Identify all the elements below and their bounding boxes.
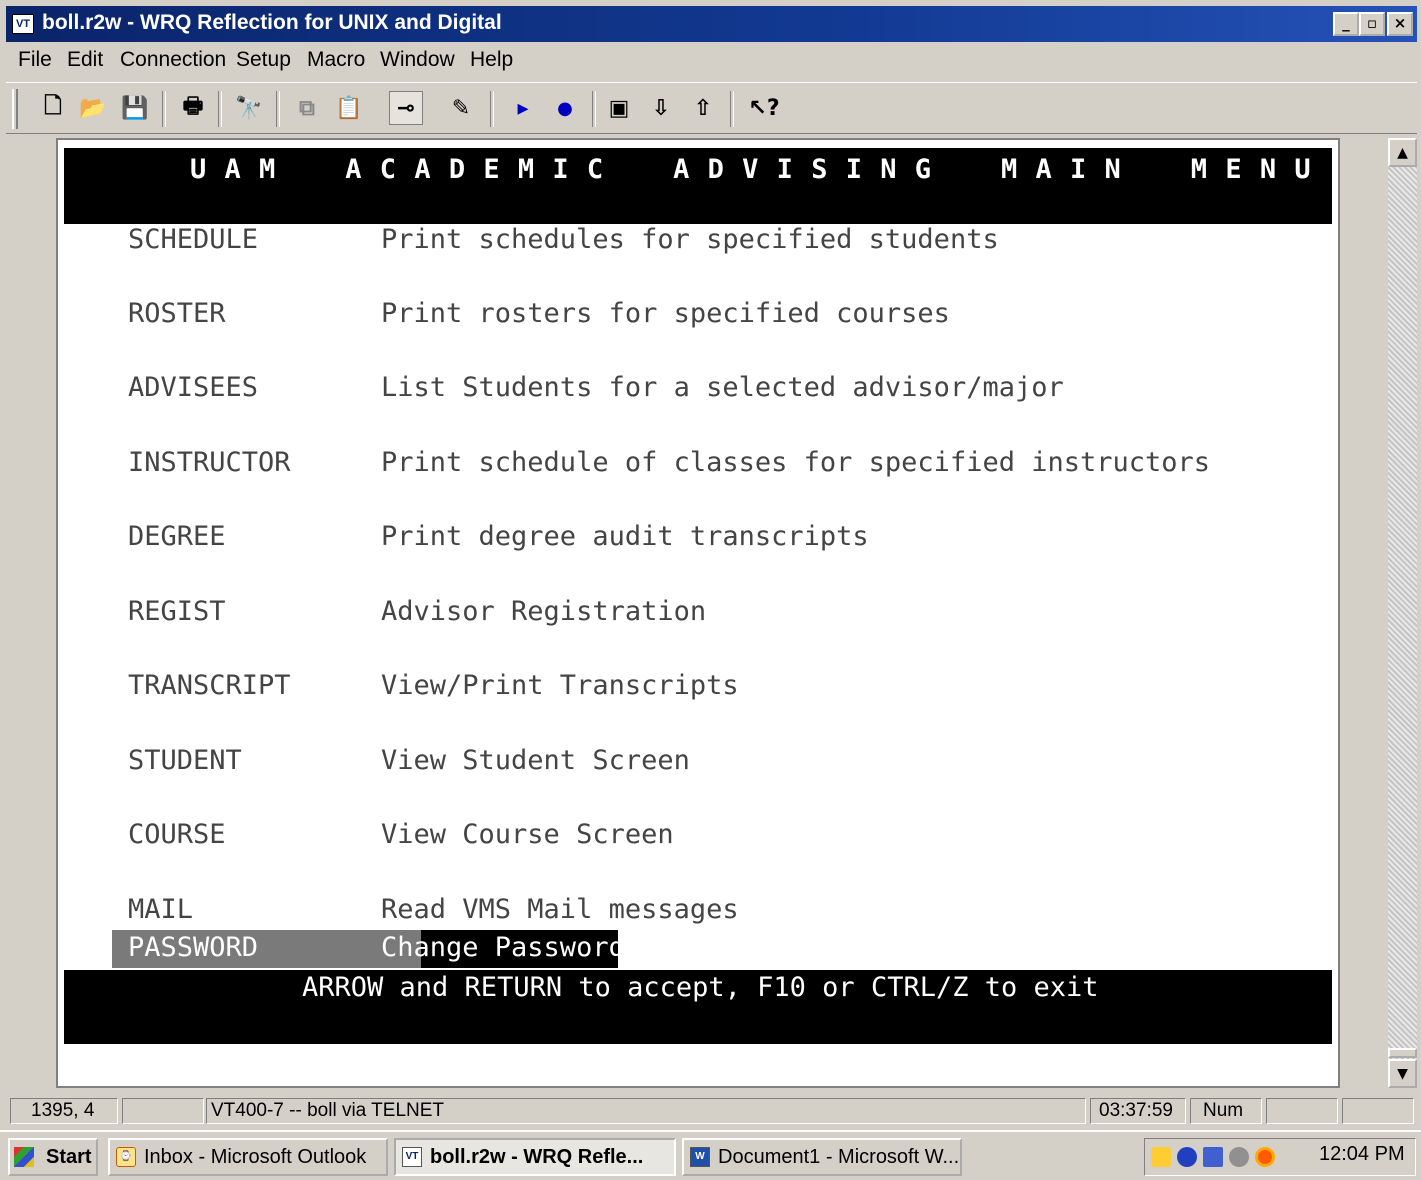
minimize-button[interactable]: _ bbox=[1333, 12, 1359, 36]
record-macro-icon[interactable]: ● bbox=[548, 91, 582, 125]
antivirus-tray-icon[interactable] bbox=[1255, 1147, 1275, 1167]
menu-file[interactable]: File bbox=[18, 48, 52, 72]
toolbar-separator bbox=[730, 91, 734, 127]
connection-tray-icon[interactable] bbox=[1203, 1147, 1223, 1167]
download-icon[interactable]: ⇩ bbox=[644, 91, 678, 125]
status-empty bbox=[1342, 1098, 1414, 1124]
taskbar-word[interactable]: W Document1 - Microsoft W... bbox=[682, 1138, 962, 1176]
terminal-screen[interactable]: U A M A C A D E M I C A D V I S I N G M … bbox=[56, 138, 1340, 1088]
paste-icon[interactable]: 📋 bbox=[332, 91, 366, 125]
menu-macro[interactable]: Macro bbox=[307, 48, 365, 72]
security-tray-icon[interactable] bbox=[1229, 1147, 1249, 1167]
menu-option-description: Print rosters for specified courses bbox=[381, 298, 950, 329]
menu-option-description: Print schedules for specified students bbox=[381, 224, 999, 255]
outlook-icon: ⌚ bbox=[116, 1147, 136, 1167]
toolbar-separator bbox=[276, 91, 280, 127]
menu-option-description: View Student Screen bbox=[381, 745, 690, 776]
menu-connection[interactable]: Connection bbox=[120, 48, 226, 72]
status-session: VT400-7 -- boll via TELNET bbox=[206, 1098, 1086, 1124]
menu-option-transcript[interactable]: TRANSCRIPT bbox=[128, 670, 291, 701]
task-label: Document1 - Microsoft W... bbox=[718, 1146, 960, 1168]
scroll-up-arrow-icon[interactable]: ▲ bbox=[1388, 138, 1417, 167]
menu-option-description: View Course Screen bbox=[381, 819, 674, 850]
scroll-thumb[interactable] bbox=[1388, 1048, 1417, 1058]
new-document-icon[interactable]: 🗋 bbox=[36, 91, 70, 125]
windows-logo-icon bbox=[14, 1147, 34, 1167]
menu-option-roster[interactable]: ROSTER bbox=[128, 298, 226, 329]
selected-option-key: PASSWORD bbox=[128, 932, 259, 963]
menu-setup[interactable]: Setup bbox=[236, 48, 291, 72]
menu-option-instructor[interactable]: INSTRUCTOR bbox=[128, 447, 291, 478]
start-button[interactable]: Start bbox=[8, 1138, 98, 1176]
status-timer: 03:37:59 bbox=[1090, 1098, 1186, 1124]
status-cursor-position: 1395, 4 bbox=[10, 1098, 118, 1124]
scheduler-tray-icon[interactable] bbox=[1151, 1147, 1171, 1167]
word-document-icon: W bbox=[690, 1147, 710, 1167]
connect-icon[interactable]: ⊸ bbox=[389, 91, 423, 125]
toolbar: 🗋 📂 💾 🖶 🔭 ⧉ 📋 ⊸ ✎ ▸ ● ▣ ⇩ ⇧ ↖? bbox=[6, 82, 1417, 134]
scroll-down-arrow-icon[interactable]: ▼ bbox=[1388, 1059, 1417, 1088]
menu-help[interactable]: Help bbox=[470, 48, 513, 72]
reflection-vt-icon: VT bbox=[402, 1147, 422, 1167]
selected-menu-option-password[interactable]: PASSWORD Change Password bbox=[112, 930, 625, 968]
menu-option-advisees[interactable]: ADVISEES bbox=[128, 372, 258, 403]
windows-taskbar: Start ⌚ Inbox - Microsoft Outlook VT bol… bbox=[0, 1130, 1421, 1180]
selected-option-description: Change Password bbox=[381, 932, 625, 963]
toolbar-separator bbox=[592, 91, 596, 127]
task-label: Inbox - Microsoft Outlook bbox=[144, 1146, 367, 1168]
taskbar-reflection[interactable]: VT boll.r2w - WRQ Refle... bbox=[394, 1138, 676, 1176]
terminal-footer-instructions: ARROW and RETURN to accept, F10 or CTRL/… bbox=[302, 972, 1099, 1003]
menu-option-description: List Students for a selected advisor/maj… bbox=[381, 372, 1064, 403]
edit-icon[interactable]: ✎ bbox=[444, 91, 478, 125]
window-title-bar[interactable]: VT boll.r2w - WRQ Reflection for UNIX an… bbox=[6, 6, 1417, 42]
toolbar-grip[interactable] bbox=[12, 89, 18, 129]
menu-window[interactable]: Window bbox=[380, 48, 455, 72]
save-icon[interactable]: 💾 bbox=[118, 91, 152, 125]
menu-edit[interactable]: Edit bbox=[67, 48, 103, 72]
menu-option-description: Read VMS Mail messages bbox=[381, 894, 739, 925]
terminal-header: U A M A C A D E M I C A D V I S I N G M … bbox=[190, 154, 1312, 185]
status-blank bbox=[122, 1098, 204, 1124]
menu-option-student[interactable]: STUDENT bbox=[128, 745, 242, 776]
status-bar: 1395, 4 VT400-7 -- boll via TELNET 03:37… bbox=[6, 1096, 1417, 1126]
menu-option-description: View/Print Transcripts bbox=[381, 670, 739, 701]
system-tray: 12:04 PM bbox=[1144, 1138, 1416, 1176]
status-num-lock: Num bbox=[1190, 1098, 1262, 1124]
context-help-icon[interactable]: ↖? bbox=[742, 91, 786, 125]
menu-option-description: Print degree audit transcripts bbox=[381, 521, 869, 552]
terminal-header-band: U A M A C A D E M I C A D V I S I N G M … bbox=[64, 148, 1332, 224]
menu-bar: File Edit Connection Setup Macro Window … bbox=[6, 44, 1417, 78]
menu-option-course[interactable]: COURSE bbox=[128, 819, 226, 850]
terminal-footer-band: ARROW and RETURN to accept, F10 or CTRL/… bbox=[64, 970, 1332, 1044]
menu-option-degree[interactable]: DEGREE bbox=[128, 521, 226, 552]
restore-button[interactable]: ▫ bbox=[1359, 12, 1385, 36]
menu-option-description: Advisor Registration bbox=[381, 596, 707, 627]
play-macro-icon[interactable]: ▸ bbox=[506, 91, 540, 125]
task-label: boll.r2w - WRQ Refle... bbox=[430, 1146, 644, 1168]
start-label: Start bbox=[46, 1146, 92, 1168]
status-empty bbox=[1266, 1098, 1338, 1124]
toolbar-separator bbox=[218, 91, 222, 127]
open-folder-icon[interactable]: 📂 bbox=[76, 91, 110, 125]
toolbar-separator bbox=[162, 91, 166, 127]
menu-option-description: Print schedule of classes for specified … bbox=[381, 447, 1211, 478]
find-binoculars-icon[interactable]: 🔭 bbox=[232, 91, 266, 125]
close-button[interactable]: × bbox=[1387, 12, 1413, 36]
taskbar-outlook[interactable]: ⌚ Inbox - Microsoft Outlook bbox=[108, 1138, 388, 1176]
taskbar-clock[interactable]: 12:04 PM bbox=[1319, 1143, 1405, 1166]
menu-option-schedule[interactable]: SCHEDULE bbox=[128, 224, 258, 255]
upload-icon[interactable]: ⇧ bbox=[686, 91, 720, 125]
vertical-scrollbar[interactable]: ▲ ▼ bbox=[1388, 138, 1417, 1088]
toolbar-separator bbox=[490, 91, 494, 127]
app-vt-icon[interactable]: VT bbox=[12, 14, 34, 34]
print-icon[interactable]: 🖶 bbox=[176, 91, 210, 125]
copy-icon[interactable]: ⧉ bbox=[290, 91, 324, 125]
screen-capture-icon[interactable]: ▣ bbox=[602, 91, 636, 125]
menu-option-regist[interactable]: REGIST bbox=[128, 596, 226, 627]
menu-option-mail[interactable]: MAIL bbox=[128, 894, 193, 925]
network-tray-icon[interactable] bbox=[1177, 1147, 1197, 1167]
window-title: boll.r2w - WRQ Reflection for UNIX and D… bbox=[42, 11, 502, 34]
